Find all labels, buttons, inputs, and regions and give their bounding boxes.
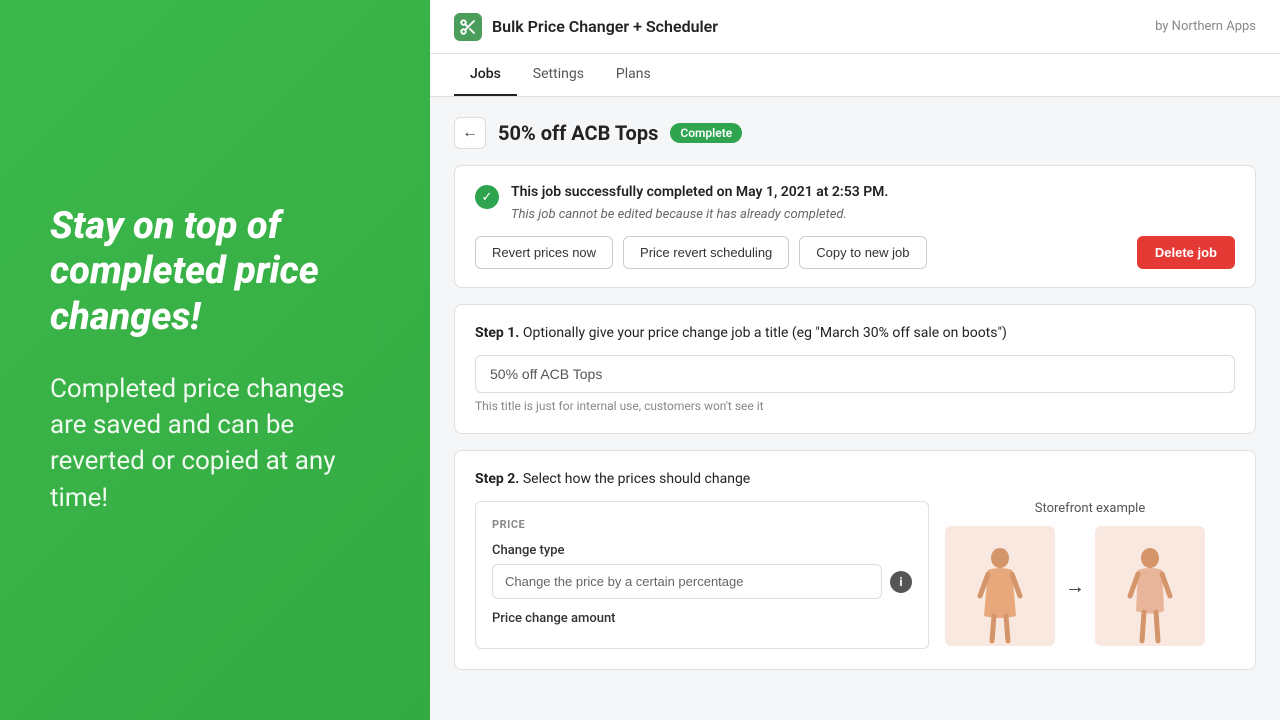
revert-prices-now-button[interactable]: Revert prices now bbox=[475, 236, 613, 269]
alert-note: This job cannot be edited because it has… bbox=[511, 207, 847, 222]
success-check-icon: ✓ bbox=[475, 185, 499, 209]
alert-text: This job successfully completed on May 1… bbox=[511, 184, 888, 222]
app-by: by Northern Apps bbox=[1155, 19, 1256, 34]
job-title-input[interactable] bbox=[475, 355, 1235, 393]
product-card-before bbox=[945, 526, 1055, 646]
step2-label: Step 2. Select how the prices should cha… bbox=[475, 471, 1235, 487]
page-header: ← 50% off ACB Tops Complete bbox=[454, 117, 1256, 149]
product-figure-before bbox=[970, 546, 1030, 646]
app-header-left: Bulk Price Changer + Scheduler bbox=[454, 13, 718, 41]
step1-card: Step 1. Optionally give your price chang… bbox=[454, 304, 1256, 434]
hero-body: Completed price changes are saved and ca… bbox=[50, 371, 380, 517]
storefront-example: Storefront example bbox=[945, 501, 1235, 649]
back-button[interactable]: ← bbox=[454, 117, 486, 149]
app-title: Bulk Price Changer + Scheduler bbox=[492, 17, 718, 36]
price-revert-scheduling-button[interactable]: Price revert scheduling bbox=[623, 236, 789, 269]
app-header: Bulk Price Changer + Scheduler by Northe… bbox=[430, 0, 1280, 54]
main-content: ← 50% off ACB Tops Complete ✓ This job s… bbox=[430, 97, 1280, 720]
alert-header: ✓ This job successfully completed on May… bbox=[475, 184, 1235, 222]
nav-tabs: Jobs Settings Plans bbox=[430, 54, 1280, 97]
alert-buttons: Revert prices now Price revert schedulin… bbox=[475, 236, 927, 269]
tab-jobs[interactable]: Jobs bbox=[454, 54, 517, 96]
product-figure-after bbox=[1120, 546, 1180, 646]
change-type-select[interactable]: Change the price by a certain percentage bbox=[492, 564, 882, 599]
copy-to-new-job-button[interactable]: Copy to new job bbox=[799, 236, 926, 269]
alert-success-text: This job successfully completed on May 1… bbox=[511, 184, 888, 200]
price-section-title: PRICE bbox=[492, 518, 912, 531]
page-title: 50% off ACB Tops bbox=[498, 121, 658, 145]
arrow-icon: → bbox=[1055, 574, 1095, 599]
status-badge: Complete bbox=[670, 123, 742, 143]
price-config: PRICE Change type Change the price by a … bbox=[475, 501, 929, 649]
right-panel: Bulk Price Changer + Scheduler by Northe… bbox=[430, 0, 1280, 720]
step2-inner: PRICE Change type Change the price by a … bbox=[475, 501, 1235, 649]
product-card-after bbox=[1095, 526, 1205, 646]
app-logo-icon bbox=[454, 13, 482, 41]
step1-hint: This title is just for internal use, cus… bbox=[475, 399, 1235, 413]
storefront-title: Storefront example bbox=[945, 501, 1235, 516]
alert-box: ✓ This job successfully completed on May… bbox=[454, 165, 1256, 288]
storefront-images: → bbox=[945, 526, 1235, 646]
hero-heading: Stay on top of completed price changes! bbox=[50, 204, 380, 341]
tab-settings[interactable]: Settings bbox=[517, 54, 600, 96]
left-panel: Stay on top of completed price changes! … bbox=[0, 0, 430, 720]
price-change-amount-label: Price change amount bbox=[492, 611, 912, 626]
change-type-label: Change type bbox=[492, 543, 912, 558]
tab-plans[interactable]: Plans bbox=[600, 54, 667, 96]
alert-actions: Revert prices now Price revert schedulin… bbox=[475, 236, 1235, 269]
step2-card: Step 2. Select how the prices should cha… bbox=[454, 450, 1256, 670]
step1-label: Step 1. Optionally give your price chang… bbox=[475, 325, 1235, 341]
delete-job-button[interactable]: Delete job bbox=[1137, 236, 1235, 269]
change-type-info-icon[interactable]: i bbox=[890, 571, 912, 593]
change-type-wrapper: Change the price by a certain percentage… bbox=[492, 564, 912, 599]
